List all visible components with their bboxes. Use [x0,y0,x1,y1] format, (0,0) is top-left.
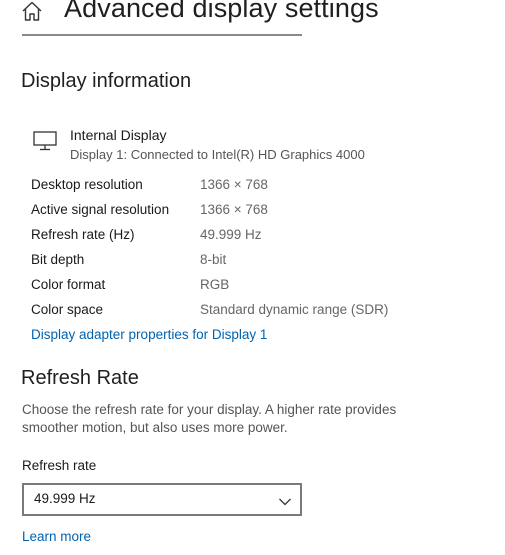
refresh-rate-selected-value: 49.999 Hz [34,491,96,506]
monitor-icon [33,131,57,151]
chevron-down-icon [278,494,292,506]
color-format-value: RGB [200,277,230,292]
display-connection-info: Display 1: Connected to Intel(R) HD Grap… [70,147,365,162]
refresh-rate-heading: Refresh Rate [21,367,139,389]
desktop-resolution-value: 1366 × 768 [200,177,268,192]
color-space-value: Standard dynamic range (SDR) [200,302,389,317]
bit-depth-value: 8-bit [200,252,227,267]
title-underline [22,34,302,36]
refresh-rate-value: 49.999 Hz [200,227,262,242]
display-information-heading: Display information [21,70,192,92]
learn-more-link[interactable]: Learn more [22,529,91,544]
home-icon[interactable] [21,0,43,22]
display-adapter-properties-link[interactable]: Display adapter properties for Display 1 [31,327,267,342]
display-name: Internal Display [70,127,167,143]
desktop-resolution-label: Desktop resolution [31,177,143,192]
active-signal-resolution-value: 1366 × 768 [200,202,268,217]
active-signal-resolution-label: Active signal resolution [31,202,170,217]
color-format-label: Color format [31,277,106,292]
refresh-rate-field-label: Refresh rate [22,458,97,473]
color-space-label: Color space [31,302,104,317]
refresh-rate-label: Refresh rate (Hz) [31,227,135,242]
refresh-rate-description: Choose the refresh rate for your display… [22,402,397,435]
bit-depth-label: Bit depth [31,252,85,267]
page-title: Advanced display settings [64,0,379,23]
refresh-rate-dropdown[interactable]: 49.999 Hz [22,483,302,516]
